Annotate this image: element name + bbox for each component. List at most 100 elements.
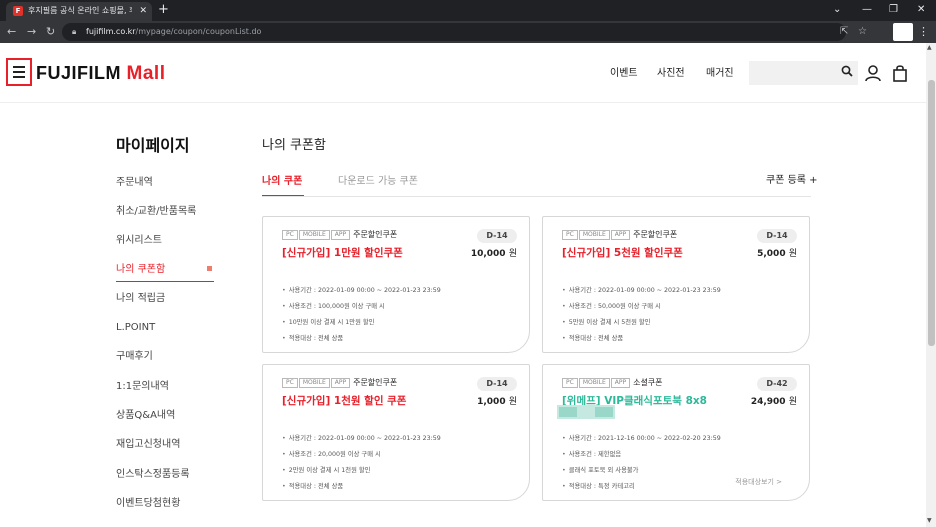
- scrollbar-thumb[interactable]: [928, 80, 935, 346]
- dday-badge: D-42: [757, 377, 797, 391]
- url-host: fujifilm.co.kr: [86, 27, 136, 36]
- coupon-amount: 5,000 원: [757, 247, 797, 261]
- coupon-card: PC MOBILE APP 주문할인쿠폰 D-14 [신규가입] 5천원 할인쿠폰 5…: [542, 216, 810, 353]
- browser-tabbar: F 후지필름 공식 온라인 쇼핑몰, 후 ✕ + ⌄ — ❐ ✕: [0, 0, 936, 21]
- sidebar-item-orders[interactable]: 주문내역: [116, 176, 214, 190]
- coupon-type: 주문할인쿠폰: [353, 378, 398, 387]
- condition-description: 5만원 이상 결제 시 5천원 할인: [562, 315, 721, 331]
- browser-menu-icon[interactable]: ⋮: [918, 24, 929, 40]
- lock-icon[interactable]: 🔒︎: [72, 26, 76, 38]
- condition-description: 2만원 이상 결제 시 1천원 할인: [282, 463, 441, 479]
- back-icon[interactable]: ←: [7, 24, 16, 40]
- platform-chip-app: APP: [330, 230, 351, 240]
- browser-tab[interactable]: F 후지필름 공식 온라인 쇼핑몰, 후 ✕: [6, 2, 152, 21]
- tab-downloadable-coupons[interactable]: 다운로드 가능 쿠폰: [338, 175, 418, 189]
- coupon-card: PC MOBILE APP 소셜쿠폰 D-42 [위메프] VIP클래식포토북 8x8…: [542, 364, 810, 501]
- coupon-name: [신규가입] 1만원 할인쿠폰: [282, 247, 403, 259]
- condition-period: 사용기간 : 2022-01-09 00:00 ~ 2022-01-23 23:…: [562, 283, 721, 299]
- url-input[interactable]: 🔒︎ fujifilm.co.kr/mypage/coupon/couponLi…: [62, 23, 867, 41]
- page-title: 나의 쿠폰함: [262, 138, 326, 153]
- sidebar-item-restock[interactable]: 재입고신청내역: [116, 438, 214, 452]
- amount-value: 10,000: [470, 249, 506, 259]
- coupon-amount: 10,000 원: [471, 247, 517, 261]
- platform-chip-mobile: MOBILE: [578, 378, 610, 388]
- sidebar-item-instax-register[interactable]: 인스탁스정품등록: [116, 468, 214, 482]
- amount-value: 5,000: [757, 249, 786, 259]
- redacted-block: [557, 405, 615, 419]
- condition-period: 사용기간 : 2022-01-09 00:00 ~ 2022-01-23 23:…: [282, 431, 441, 447]
- platform-chip-mobile: MOBILE: [298, 230, 330, 240]
- condition-minimum: 사용조건 : 50,000원 이상 구매 시: [562, 299, 721, 315]
- sidebar-item-reviews[interactable]: 구매후기: [116, 350, 214, 364]
- url-path: /mypage/coupon/couponList.do: [135, 27, 262, 36]
- sidebar-item-inquiries[interactable]: 1:1문의내역: [116, 380, 214, 394]
- view-target-link[interactable]: 적용대상보기 >: [735, 477, 782, 487]
- reload-icon[interactable]: ↻: [46, 24, 55, 40]
- dday-badge: D-14: [757, 229, 797, 243]
- address-bar-row: ← → ↻ 🔒︎ fujifilm.co.kr/mypage/coupon/co…: [0, 21, 936, 43]
- url-text: fujifilm.co.kr/mypage/coupon/couponList.…: [86, 26, 261, 38]
- mypage-title: 마이페이지: [116, 136, 190, 155]
- sidebar-item-points[interactable]: 나의 적립금: [116, 292, 214, 306]
- nav-exhibition[interactable]: 사진전: [657, 67, 685, 81]
- coupon-name: [신규가입] 5천원 할인쿠폰: [562, 247, 683, 259]
- nav-event[interactable]: 이벤트: [610, 67, 638, 81]
- tab-search-icon[interactable]: ⌄: [833, 2, 841, 18]
- condition-description: 10만원 이상 결제 시 1만원 할인: [282, 315, 441, 331]
- coupon-amount: 1,000 원: [477, 395, 517, 409]
- minimize-icon[interactable]: —: [862, 2, 872, 18]
- coupon-card: PC MOBILE APP 주문할인쿠폰 D-14 [신규가입] 1만원 할인쿠폰 1…: [262, 216, 530, 353]
- platform-chip-pc: PC: [282, 230, 298, 240]
- platform-chip-mobile: MOBILE: [578, 230, 610, 240]
- search-icon[interactable]: [841, 65, 853, 80]
- condition-target: 적용대상 : 전체 상품: [562, 331, 721, 347]
- tab-title: 후지필름 공식 온라인 쇼핑몰, 후: [28, 6, 132, 15]
- condition-target: 적용대상 : 전체 상품: [282, 331, 441, 347]
- fujifilm-mall-logo[interactable]: FUJIFILM Mall: [36, 62, 165, 85]
- shopping-bag-icon[interactable]: [891, 64, 909, 82]
- amount-unit: 원: [788, 397, 797, 407]
- hamburger-menu-icon[interactable]: [6, 58, 32, 86]
- platform-chip-pc: PC: [282, 378, 298, 388]
- sidebar-item-event-winners[interactable]: 이벤트당첨현황: [116, 497, 214, 511]
- sidebar-item-cancel-return[interactable]: 취소/교환/반품목록: [116, 205, 214, 219]
- scroll-down-icon[interactable]: ▼: [927, 517, 932, 525]
- new-tab-button[interactable]: +: [158, 2, 169, 18]
- condition-period: 사용기간 : 2021-12-16 00:00 ~ 2022-02-20 23:…: [562, 431, 721, 447]
- bookmark-star-icon[interactable]: ☆: [858, 25, 867, 39]
- condition-minimum: 사용조건 : 제한없음: [562, 447, 721, 463]
- scroll-up-icon[interactable]: ▲: [927, 44, 932, 52]
- tab-my-coupons[interactable]: 나의 쿠폰: [262, 175, 302, 189]
- close-tab-icon[interactable]: ✕: [139, 4, 147, 18]
- sidebar-item-product-qna[interactable]: 상품Q&A내역: [116, 409, 214, 423]
- condition-period: 사용기간 : 2022-01-09 00:00 ~ 2022-01-23 23:…: [282, 283, 441, 299]
- condition-description: 클래식 포토북 외 사용불가: [562, 463, 721, 479]
- register-coupon-button[interactable]: 쿠폰 등록 +: [766, 174, 818, 188]
- fujifilm-favicon-icon: F: [13, 6, 23, 16]
- coupon-amount: 24,900 원: [751, 395, 797, 409]
- sidebar-item-lpoint[interactable]: L.POINT: [116, 321, 214, 335]
- active-dot-icon: [207, 266, 212, 271]
- coupon-type: 소셜쿠폰: [633, 378, 663, 387]
- share-icon[interactable]: ⇱: [840, 25, 848, 39]
- coupon-type: 주문할인쿠폰: [633, 230, 678, 239]
- condition-minimum: 사용조건 : 20,000원 이상 구매 시: [282, 447, 441, 463]
- forward-icon[interactable]: →: [27, 24, 36, 40]
- restore-icon[interactable]: ❐: [889, 2, 898, 18]
- dday-badge: D-14: [477, 377, 517, 391]
- nav-magazine[interactable]: 매거진: [706, 67, 734, 81]
- sidebar-item-my-coupons[interactable]: 나의 쿠폰함: [116, 263, 214, 282]
- sidebar-item-wishlist[interactable]: 위시리스트: [116, 234, 214, 248]
- platform-chip-app: APP: [610, 230, 631, 240]
- user-icon[interactable]: [864, 64, 882, 82]
- amount-value: 1,000: [477, 397, 506, 407]
- condition-minimum: 사용조건 : 100,000원 이상 구매 시: [282, 299, 441, 315]
- window-close-icon[interactable]: ✕: [917, 2, 925, 18]
- platform-chip-mobile: MOBILE: [298, 378, 330, 388]
- profile-avatar[interactable]: [893, 23, 913, 41]
- site-header: FUJIFILM Mall 이벤트 사진전 매거진: [0, 43, 926, 103]
- condition-target: 적용대상 : 전체 상품: [282, 479, 441, 495]
- coupon-name: [신규가입] 1천원 할인 쿠폰: [282, 395, 407, 407]
- platform-badges: PC MOBILE APP 주문할인쿠폰: [562, 229, 677, 241]
- platform-chip-pc: PC: [562, 378, 578, 388]
